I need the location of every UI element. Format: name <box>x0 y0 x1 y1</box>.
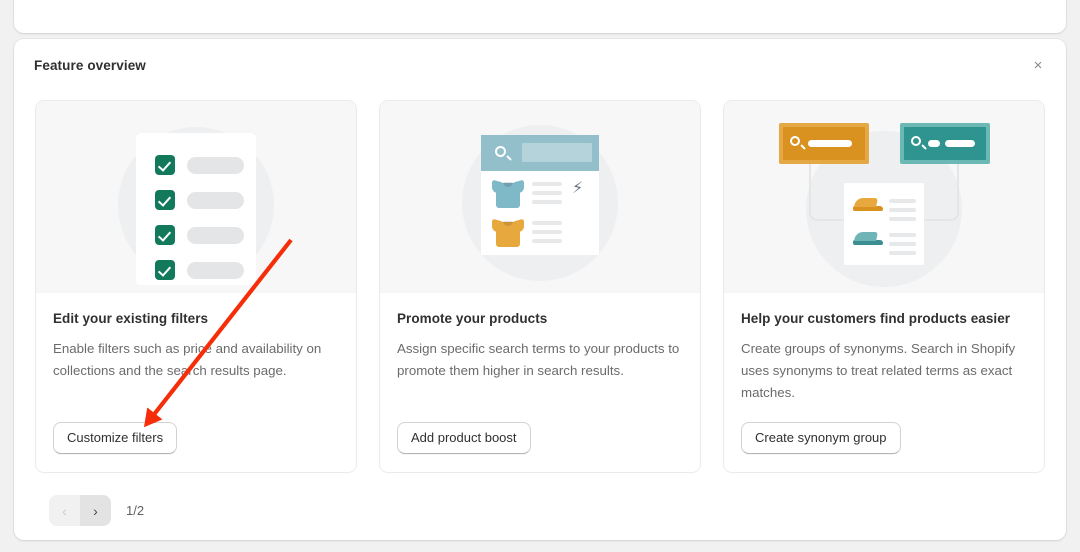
feature-tile-body: Edit your existing filters Enable filter… <box>36 293 356 472</box>
feature-tile-body: Promote your products Assign specific se… <box>380 293 700 472</box>
chevron-right-icon[interactable]: › <box>80 495 111 526</box>
feature-description: Create groups of synonyms. Search in Sho… <box>741 341 1016 400</box>
feature-overview-card: Feature overview × Edit your existing fi… <box>14 39 1066 540</box>
feature-heading: Help your customers find products easier <box>741 311 1011 326</box>
feature-description: Assign specific search terms to your pro… <box>397 341 680 378</box>
feature-tile-edit-filters: Edit your existing filters Enable filter… <box>35 100 357 473</box>
feature-tile-promote-products: ⚡ Promote your products Assign specific … <box>379 100 701 473</box>
feature-heading: Promote your products <box>397 311 548 326</box>
search-results-boost-icon: ⚡ <box>380 101 700 293</box>
pagination: ‹ › 1/2 <box>14 473 1066 526</box>
feature-tile-synonyms: Help your customers find products easier… <box>723 100 1045 473</box>
close-icon[interactable]: × <box>1023 51 1053 81</box>
feature-tiles: Edit your existing filters Enable filter… <box>14 87 1066 473</box>
page-indicator: 1/2 <box>126 503 145 518</box>
feature-heading: Edit your existing filters <box>53 311 209 326</box>
pagination-buttons: ‹ › <box>49 495 111 526</box>
create-synonym-group-button[interactable]: Create synonym group <box>741 422 901 454</box>
add-product-boost-button[interactable]: Add product boost <box>397 422 531 454</box>
customize-filters-button[interactable]: Customize filters <box>53 422 178 454</box>
checklist-filters-icon <box>36 101 356 293</box>
card-header: Feature overview × <box>14 39 1066 87</box>
feature-description: Enable filters such as price and availab… <box>53 341 322 378</box>
page-title: Feature overview <box>34 58 146 73</box>
synonyms-search-icon <box>724 101 1044 293</box>
feature-tile-body: Help your customers find products easier… <box>724 293 1044 472</box>
previous-card-partial <box>14 0 1066 33</box>
chevron-left-icon[interactable]: ‹ <box>49 495 80 526</box>
